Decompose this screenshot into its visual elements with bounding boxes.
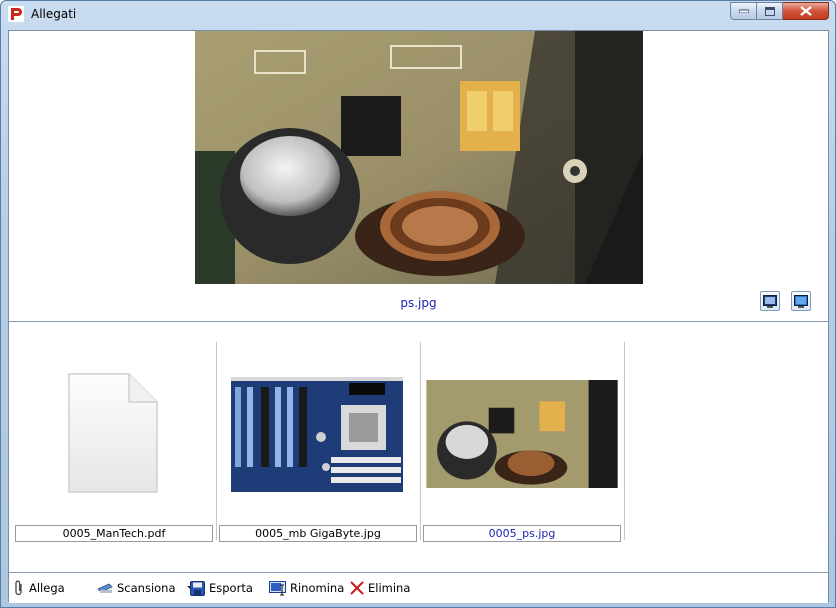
thumbnail-caption: 0005_mb GigaByte.jpg xyxy=(219,525,417,542)
delete-label: Elimina xyxy=(368,581,411,595)
preview-image[interactable] xyxy=(195,31,643,284)
close-icon xyxy=(799,6,812,16)
maximize-icon xyxy=(764,6,775,16)
delete-x-icon xyxy=(350,581,364,595)
title-bar[interactable]: Allegati xyxy=(1,1,835,29)
rename-icon xyxy=(269,580,286,595)
rename-label: Rinomina xyxy=(290,581,345,595)
minimize-button[interactable] xyxy=(730,2,757,20)
window-title: Allegati xyxy=(31,7,77,21)
rename-button[interactable]: Rinomina xyxy=(269,580,344,596)
export-label: Esporta xyxy=(209,581,253,595)
view-grid-button[interactable] xyxy=(791,291,811,311)
attach-button[interactable]: Allega xyxy=(13,580,65,596)
minimize-icon xyxy=(738,9,749,13)
toolbar: Allega Scansiona Esporta Rinomina Elimin… xyxy=(9,572,828,603)
thumbnail-caption: 0005_ps.jpg xyxy=(423,525,621,542)
power-supply-image xyxy=(426,380,618,488)
preview-filename: ps.jpg xyxy=(400,296,437,310)
delete-button[interactable]: Elimina xyxy=(350,580,410,596)
document-icon xyxy=(68,373,158,493)
paperclip-icon xyxy=(15,580,22,596)
thumbnail-caption: 0005_ManTech.pdf xyxy=(15,525,213,542)
client-area: ps.jpg 0005_ManTech.pdf 0005_mb GigaByte… xyxy=(8,30,829,603)
attach-label: Allega xyxy=(29,581,65,595)
scanner-icon xyxy=(97,583,113,593)
close-button[interactable] xyxy=(783,2,829,20)
thumbnail-item[interactable]: 0005_ManTech.pdf xyxy=(15,342,217,542)
save-icon xyxy=(190,580,205,596)
export-button[interactable]: Esporta xyxy=(190,580,253,596)
scan-label: Scansiona xyxy=(117,581,176,595)
attachments-window: Allegati ps.jpg 0005_ManTech.pdf 0005_mb… xyxy=(0,0,836,608)
app-logo-icon xyxy=(8,6,24,22)
motherboard-image xyxy=(231,377,403,492)
thumbnail-item[interactable]: 0005_ps.jpg xyxy=(423,342,625,542)
monitor-icon xyxy=(763,294,777,308)
view-single-button[interactable] xyxy=(760,291,780,311)
scan-button[interactable]: Scansiona xyxy=(97,580,196,596)
maximize-button[interactable] xyxy=(757,2,783,20)
thumbnail-strip: 0005_ManTech.pdf 0005_mb GigaByte.jpg 00… xyxy=(9,322,828,572)
thumbnail-item[interactable]: 0005_mb GigaByte.jpg xyxy=(219,342,421,542)
monitor-grid-icon xyxy=(794,294,808,308)
